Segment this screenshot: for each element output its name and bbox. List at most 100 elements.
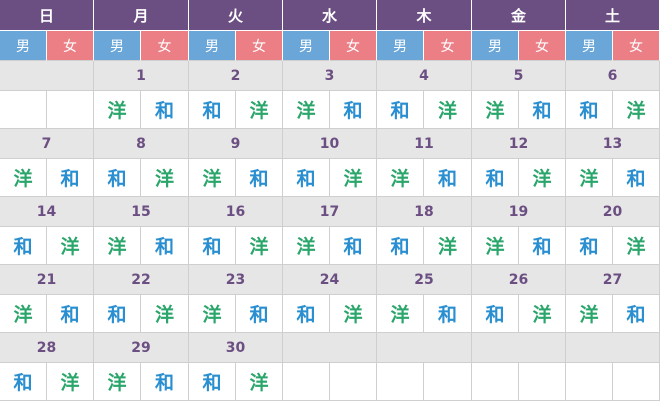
- date-cell: 6: [566, 61, 660, 91]
- date-cell: 24: [283, 265, 377, 295]
- date-cell: 13: [566, 129, 660, 159]
- menu-female-cell: 洋: [613, 91, 660, 129]
- menu-female-cell: 和: [519, 91, 566, 129]
- menu-female-cell: [424, 363, 472, 401]
- menu-female-cell: 洋: [47, 227, 94, 265]
- gender-female-label: 女: [236, 31, 283, 61]
- gender-male-label: 男: [472, 31, 519, 61]
- menu-male-cell: 洋: [283, 91, 330, 129]
- weekday-header: 日: [0, 0, 94, 31]
- menu-male-cell: 洋: [283, 227, 330, 265]
- menu-female-cell: 和: [236, 159, 283, 197]
- weekday-header: 水: [283, 0, 377, 31]
- menu-male-cell: 洋: [0, 295, 47, 333]
- menu-female-cell: 和: [424, 159, 472, 197]
- date-cell: 4: [377, 61, 472, 91]
- menu-female-cell: 和: [47, 159, 94, 197]
- date-cell: 15: [94, 197, 189, 227]
- date-cell: 8: [94, 129, 189, 159]
- menu-male-cell: 和: [0, 227, 47, 265]
- date-cell: 10: [283, 129, 377, 159]
- menu-male-cell: 洋: [377, 295, 424, 333]
- menu-male-cell: 洋: [377, 159, 424, 197]
- menu-female-cell: 洋: [236, 227, 283, 265]
- menu-male-cell: 洋: [472, 91, 519, 129]
- menu-male-cell: 和: [566, 91, 613, 129]
- menu-male-cell: 和: [566, 227, 613, 265]
- date-cell: [566, 333, 660, 363]
- menu-female-cell: 洋: [424, 227, 472, 265]
- date-cell: 17: [283, 197, 377, 227]
- menu-male-cell: 洋: [566, 295, 613, 333]
- menu-female-cell: 洋: [236, 363, 283, 401]
- weekday-header: 火: [189, 0, 283, 31]
- gender-male-label: 男: [94, 31, 141, 61]
- menu-male-cell: 洋: [189, 159, 236, 197]
- menu-female-cell: 洋: [141, 295, 189, 333]
- date-cell: 23: [189, 265, 283, 295]
- date-cell: 19: [472, 197, 566, 227]
- date-cell: 18: [377, 197, 472, 227]
- menu-male-cell: 和: [94, 159, 141, 197]
- menu-male-cell: 和: [189, 363, 236, 401]
- gender-male-label: 男: [283, 31, 330, 61]
- menu-female-cell: 洋: [613, 227, 660, 265]
- date-cell: 14: [0, 197, 94, 227]
- menu-female-cell: 洋: [330, 159, 377, 197]
- menu-male-cell: 洋: [94, 91, 141, 129]
- menu-female-cell: 洋: [47, 363, 94, 401]
- menu-male-cell: 和: [283, 295, 330, 333]
- date-cell: 25: [377, 265, 472, 295]
- weekday-header: 土: [566, 0, 660, 31]
- menu-female-cell: 洋: [519, 159, 566, 197]
- menu-male-cell: [283, 363, 330, 401]
- date-cell: 11: [377, 129, 472, 159]
- menu-male-cell: 洋: [0, 159, 47, 197]
- gender-female-label: 女: [519, 31, 566, 61]
- gender-male-label: 男: [566, 31, 613, 61]
- date-cell: 12: [472, 129, 566, 159]
- menu-female-cell: [330, 363, 377, 401]
- date-cell: 7: [0, 129, 94, 159]
- menu-female-cell: [519, 363, 566, 401]
- menu-female-cell: 和: [141, 91, 189, 129]
- menu-male-cell: 和: [377, 227, 424, 265]
- date-cell: 28: [0, 333, 94, 363]
- gender-male-label: 男: [377, 31, 424, 61]
- date-cell: 27: [566, 265, 660, 295]
- menu-female-cell: [47, 91, 94, 129]
- menu-female-cell: 洋: [424, 91, 472, 129]
- date-cell: 1: [94, 61, 189, 91]
- menu-female-cell: 洋: [236, 91, 283, 129]
- menu-male-cell: 和: [283, 159, 330, 197]
- menu-female-cell: 和: [236, 295, 283, 333]
- menu-male-cell: 洋: [189, 295, 236, 333]
- menu-female-cell: 洋: [141, 159, 189, 197]
- date-cell: 16: [189, 197, 283, 227]
- menu-female-cell: 洋: [330, 295, 377, 333]
- menu-male-cell: [472, 363, 519, 401]
- weekday-header: 木: [377, 0, 472, 31]
- date-cell: 3: [283, 61, 377, 91]
- date-cell: 21: [0, 265, 94, 295]
- menu-male-cell: [566, 363, 613, 401]
- date-cell: 5: [472, 61, 566, 91]
- menu-male-cell: 洋: [94, 227, 141, 265]
- menu-female-cell: 和: [141, 227, 189, 265]
- meal-calendar: 日男女月男女火男女水男女木男女金男女土男女1洋和2和洋3洋和4和洋5洋和6和洋7…: [0, 0, 660, 402]
- menu-male-cell: 和: [472, 295, 519, 333]
- gender-female-label: 女: [330, 31, 377, 61]
- date-cell: [472, 333, 566, 363]
- gender-female-label: 女: [47, 31, 94, 61]
- gender-female-label: 女: [141, 31, 189, 61]
- menu-female-cell: 洋: [519, 295, 566, 333]
- gender-male-label: 男: [0, 31, 47, 61]
- date-cell: 26: [472, 265, 566, 295]
- date-cell: [0, 61, 94, 91]
- date-cell: 2: [189, 61, 283, 91]
- menu-male-cell: 洋: [472, 227, 519, 265]
- date-cell: [283, 333, 377, 363]
- date-cell: 30: [189, 333, 283, 363]
- date-cell: [377, 333, 472, 363]
- date-cell: 29: [94, 333, 189, 363]
